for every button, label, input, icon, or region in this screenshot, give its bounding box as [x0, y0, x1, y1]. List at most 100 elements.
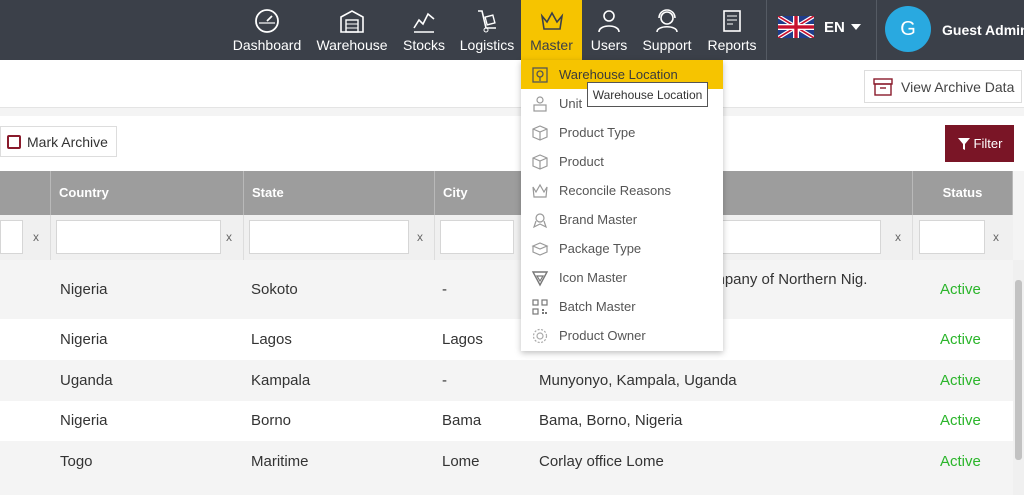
nav-divider [766, 0, 767, 60]
nav-stocks[interactable]: Stocks [400, 0, 448, 60]
mark-archive-label: Mark Archive [27, 133, 108, 150]
nav-warehouse[interactable]: Warehouse [314, 0, 390, 60]
user-name[interactable]: Guest Admin [942, 22, 1024, 38]
menu-item-label: Icon Master [559, 270, 627, 285]
filter-input-country[interactable] [56, 220, 221, 254]
gear-icon [532, 328, 548, 343]
mark-archive-button[interactable]: Mark Archive [0, 126, 117, 157]
menu-item-reconcile-reasons[interactable]: Reconcile Reasons [521, 176, 723, 205]
view-archive-button[interactable]: View Archive Data [864, 70, 1022, 103]
nav-label: Dashboard [232, 37, 302, 53]
table-row[interactable]: Uganda Kampala - Munyonyo, Kampala, Ugan… [0, 360, 1013, 401]
crown-icon [532, 183, 548, 198]
cell-address: Corlay office Lome [539, 453, 664, 470]
top-navbar: Dashboard Warehouse Stocks Logistics Mas… [0, 0, 1024, 60]
warehouse-icon [340, 10, 364, 33]
copy-icon [7, 134, 21, 149]
cell-city: Lagos [442, 331, 483, 348]
cell-country: Nigeria [60, 331, 108, 348]
cell-city: Bama [442, 412, 482, 429]
column-header-state[interactable]: State [244, 171, 435, 215]
cell-state: Lagos [251, 331, 292, 348]
filter-input-city[interactable] [440, 220, 514, 254]
avatar[interactable]: G [885, 6, 931, 52]
report-icon [723, 10, 741, 32]
headset-icon [656, 9, 678, 33]
vertical-scrollbar[interactable] [1013, 260, 1024, 495]
filter-input-status[interactable] [919, 220, 985, 254]
cell-city: - [442, 372, 447, 389]
menu-item-label: Brand Master [559, 212, 638, 227]
filter-cell: x [51, 215, 244, 260]
nav-support[interactable]: Support [640, 0, 694, 60]
dashboard-icon [255, 9, 279, 33]
column-header-hidden [0, 171, 51, 215]
cell-address: Munyonyo, Kampala, Uganda [539, 372, 737, 389]
cell-country: Nigeria [60, 412, 108, 429]
status-badge: Active [940, 281, 981, 298]
crown-icon [540, 11, 563, 30]
tooltip: Warehouse Location [587, 82, 708, 107]
menu-item-label: Reconcile Reasons [559, 183, 672, 198]
nav-label: Master [530, 37, 573, 53]
dolly-icon [478, 10, 496, 33]
unit-icon [533, 95, 547, 112]
nav-label: Users [590, 37, 628, 53]
filter-cell: x [0, 215, 51, 260]
archive-box-icon [873, 77, 893, 96]
nav-label: Support [642, 37, 692, 53]
badge-icon [532, 212, 548, 228]
cell-state: Kampala [251, 372, 311, 389]
menu-item-label: Warehouse Location [559, 67, 678, 82]
clear-filter-icon[interactable]: x [33, 230, 39, 244]
menu-item-product-type[interactable]: Product Type [521, 118, 723, 147]
box-icon [532, 124, 548, 141]
filter-cell: x [244, 215, 435, 260]
scrollbar-thumb[interactable] [1015, 280, 1022, 460]
language-selector[interactable]: EN [778, 16, 861, 38]
nav-dashboard[interactable]: Dashboard [231, 0, 303, 60]
menu-item-batch-master[interactable]: Batch Master [521, 292, 723, 321]
filter-input-address[interactable] [709, 220, 881, 254]
nav-label: Logistics [459, 37, 515, 53]
cell-state: Maritime [251, 453, 309, 470]
table-row[interactable]: Nigeria Lagos Lagos Active [0, 319, 1013, 360]
cell-country: Togo [60, 453, 93, 470]
cell-city: - [442, 281, 447, 298]
menu-item-brand-master[interactable]: Brand Master [521, 205, 723, 234]
qr-icon [532, 298, 548, 315]
filter-input-hidden[interactable] [0, 220, 23, 254]
warehouse-location-icon [532, 66, 548, 83]
nav-logistics[interactable]: Logistics [458, 0, 516, 60]
clear-filter-icon[interactable]: x [993, 230, 999, 244]
uk-flag-icon [778, 16, 814, 38]
table-row[interactable]: Nigeria Sokoto - ompany of Northern Nig.… [0, 260, 1013, 319]
menu-item-label: Unit [559, 96, 583, 111]
nav-master[interactable]: Master [521, 0, 582, 60]
vector-icon [531, 270, 549, 286]
nav-users[interactable]: Users [588, 0, 630, 60]
nav-label: Warehouse [316, 37, 388, 53]
filter-label: Filter [973, 136, 1003, 151]
column-header-status[interactable]: Status [913, 171, 1013, 215]
clear-filter-icon[interactable]: x [226, 230, 232, 244]
nav-reports[interactable]: Reports [704, 0, 760, 60]
column-header-country[interactable]: Country [51, 171, 244, 215]
table-row[interactable]: Nigeria Borno Bama Bama, Borno, Nigeria … [0, 401, 1013, 441]
menu-item-label: Package Type [559, 241, 642, 256]
menu-item-package-type[interactable]: Package Type [521, 234, 723, 263]
clear-filter-icon[interactable]: x [417, 230, 423, 244]
table-row[interactable]: Togo Maritime Lome Corlay office Lome Ac… [0, 441, 1013, 482]
menu-item-product[interactable]: Product [521, 147, 723, 176]
filter-button[interactable]: Filter [945, 125, 1014, 162]
status-badge: Active [940, 453, 981, 470]
cell-address: ompany of Northern Nig. [704, 271, 868, 288]
nav-label: Reports [707, 37, 757, 53]
filter-input-state[interactable] [249, 220, 409, 254]
clear-filter-icon[interactable]: x [895, 230, 901, 244]
status-badge: Active [940, 331, 981, 348]
menu-item-icon-master[interactable]: Icon Master [521, 263, 723, 292]
language-code: EN [824, 18, 845, 36]
filter-cell: x [913, 215, 1013, 260]
menu-item-product-owner[interactable]: Product Owner [521, 321, 723, 350]
